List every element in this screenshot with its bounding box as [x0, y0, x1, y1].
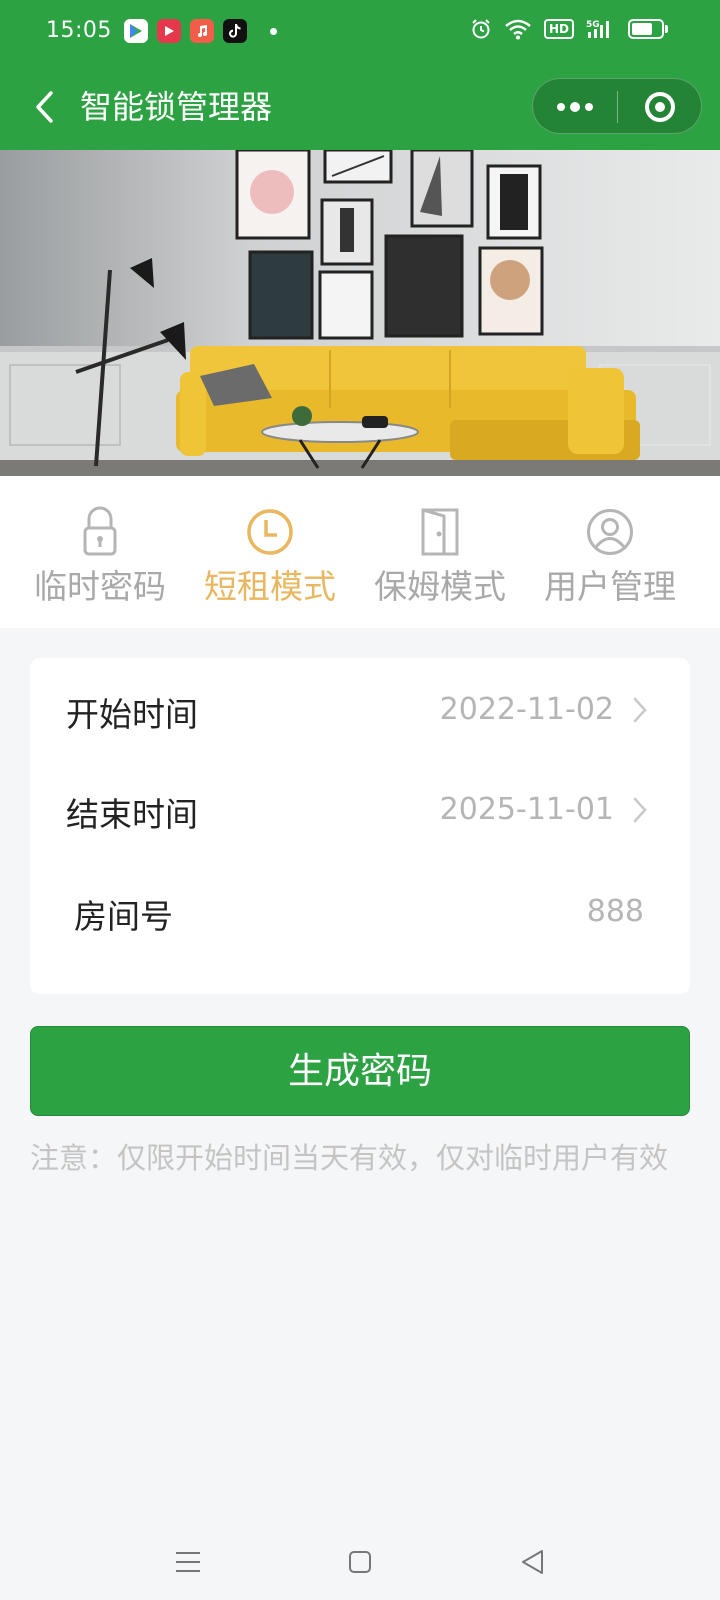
page-title: 智能锁管理器: [80, 88, 273, 126]
tab-label: 临时密码: [34, 567, 166, 606]
system-nav-bar: [0, 1530, 720, 1600]
tab-user-management[interactable]: 用户管理: [520, 506, 700, 608]
chevron-right-icon: [633, 797, 647, 823]
end-time-label: 结束时间: [66, 795, 198, 834]
door-icon: [421, 508, 459, 556]
mode-tab-bar: 临时密码 短租模式 保姆模式 用户管理: [0, 476, 720, 628]
notice-text: 注意：仅限开始时间当天有效，仅对临时用户有效: [30, 1141, 669, 1175]
square-home-icon: [349, 1551, 371, 1573]
target-close-icon: [645, 92, 675, 122]
user-icon: [587, 509, 633, 555]
play-store-icon: [124, 19, 148, 43]
menu-button[interactable]: [168, 1542, 208, 1582]
signal-5g-icon: 5G: [586, 20, 609, 38]
music-app-icon: [190, 19, 214, 43]
end-time-value: 2025-11-01: [439, 792, 614, 827]
wifi-icon: [505, 19, 531, 40]
battery-icon: [628, 19, 668, 39]
room-number-input[interactable]: 888: [587, 894, 644, 929]
back-button[interactable]: [24, 86, 64, 128]
triangle-back-icon: [522, 1550, 543, 1574]
status-time: 15:05: [46, 18, 112, 43]
mini-program-capsule: [532, 78, 702, 134]
tab-short-rental[interactable]: 短租模式: [180, 506, 360, 608]
end-time-row[interactable]: 结束时间 2025-11-01: [30, 760, 690, 860]
tab-label: 保姆模式: [374, 567, 506, 606]
hd-badge: HD: [543, 19, 574, 39]
chevron-right-icon: [633, 697, 647, 723]
close-mini-program-button[interactable]: [618, 79, 702, 135]
room-number-row: 房间号 888: [30, 862, 690, 962]
start-time-value: 2022-11-02: [439, 692, 614, 727]
more-dots-icon: [557, 103, 565, 111]
start-time-label: 开始时间: [66, 695, 198, 734]
lock-icon: [83, 506, 117, 556]
rental-form: 开始时间 2022-11-02 结束时间 2025-11-01 房间号 888: [30, 658, 690, 994]
generate-password-button[interactable]: 生成密码: [30, 1026, 690, 1116]
nav-bar: 智能锁管理器: [0, 64, 720, 150]
notification-dot: [270, 27, 277, 35]
svg-text:5G: 5G: [586, 20, 600, 30]
tab-label: 用户管理: [544, 567, 676, 606]
banner-image: [0, 150, 720, 476]
notification-app-icons: [124, 19, 277, 43]
video-app-icon: [157, 19, 181, 43]
status-indicators: HD 5G: [470, 18, 668, 40]
chevron-left-icon: [36, 91, 53, 123]
tab-nanny-mode[interactable]: 保姆模式: [350, 506, 530, 608]
start-time-row[interactable]: 开始时间 2022-11-02: [30, 660, 690, 760]
clock-icon: [247, 509, 293, 555]
tiktok-icon: [223, 19, 247, 43]
system-back-button[interactable]: [512, 1542, 552, 1582]
tab-label: 短租模式: [204, 567, 336, 606]
home-button[interactable]: [340, 1542, 380, 1582]
status-bar: 15:05 HD 5G: [0, 0, 720, 64]
room-number-label: 房间号: [74, 897, 173, 936]
alarm-icon: [472, 19, 490, 39]
tab-temporary-password[interactable]: 临时密码: [10, 506, 190, 608]
more-button[interactable]: [533, 79, 617, 135]
menu-lines-icon: [176, 1552, 200, 1572]
